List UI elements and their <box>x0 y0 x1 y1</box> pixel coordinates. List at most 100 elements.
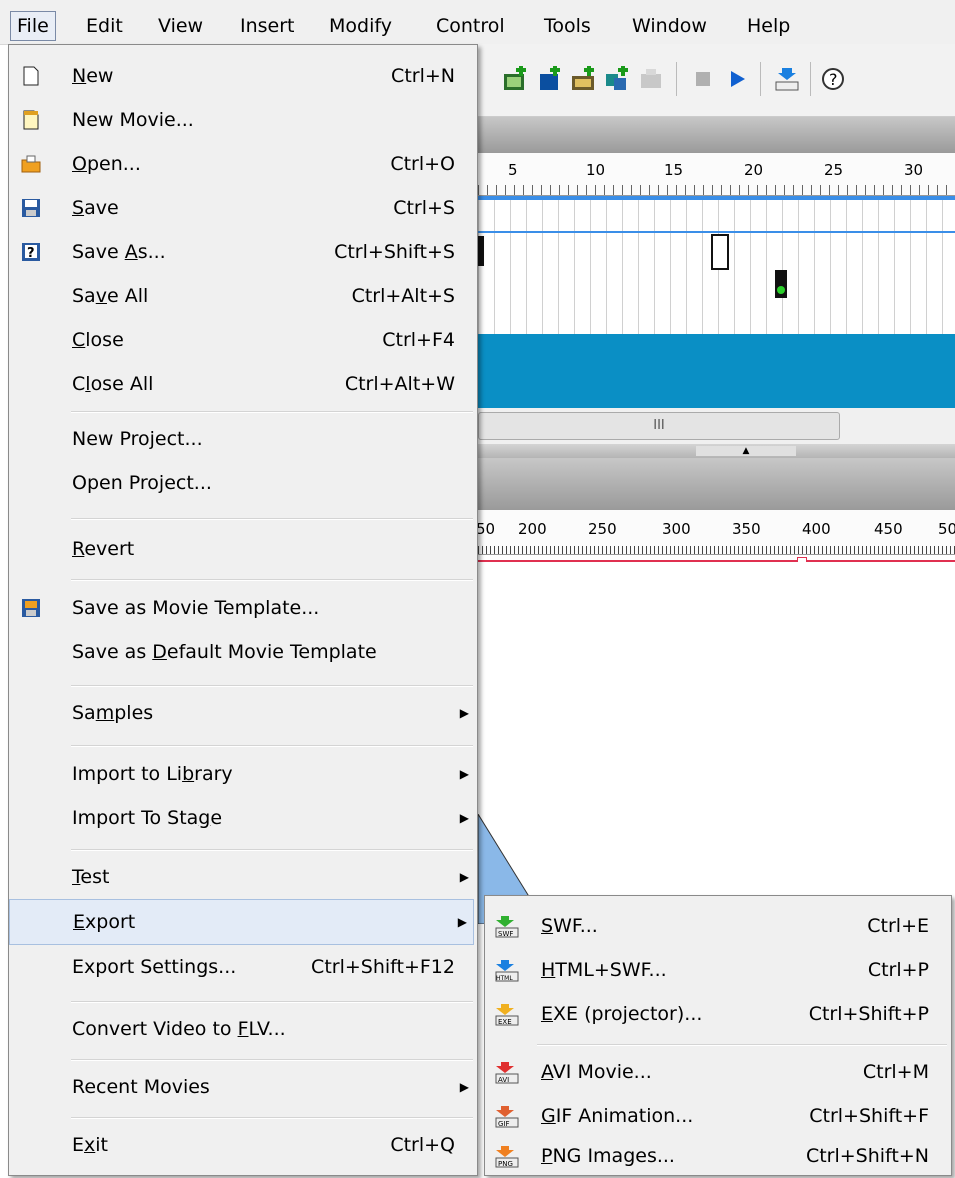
menu-item-save-all[interactable]: Save All Ctrl+Alt+S <box>9 274 475 318</box>
menu-view[interactable]: View <box>152 12 209 40</box>
menu-item-label: Exit <box>72 1134 108 1156</box>
submenu-item-label: AVI Movie... <box>541 1061 652 1083</box>
toolbar: ? <box>478 44 955 117</box>
menu-item-new-project[interactable]: New Project... <box>9 417 475 461</box>
menu-item-import-library[interactable]: Import to Library ▶ <box>9 752 475 796</box>
menu-item-shortcut: Ctrl+Shift+S <box>334 241 455 263</box>
menu-item-revert[interactable]: Revert <box>9 527 475 571</box>
scroll-thumb[interactable]: III <box>478 412 840 440</box>
toolbar-separator <box>676 62 677 96</box>
menu-item-new[interactable]: New Ctrl+N <box>9 54 475 98</box>
submenu-arrow-icon: ▶ <box>459 811 469 825</box>
menu-item-save[interactable]: Save Ctrl+S <box>9 186 475 230</box>
menu-separator <box>71 1059 473 1061</box>
menu-item-label: Samples <box>72 702 154 724</box>
add-frame-icon[interactable] <box>570 66 596 92</box>
menu-item-import-stage[interactable]: Import To Stage ▶ <box>9 796 475 840</box>
export-html-icon[interactable] <box>774 66 800 92</box>
png-export-icon: PNG <box>495 1146 519 1168</box>
menu-item-exit[interactable]: Exit Ctrl+Q <box>9 1123 475 1167</box>
timeline-header <box>478 117 955 153</box>
add-clip-icon[interactable] <box>536 66 562 92</box>
menu-window[interactable]: Window <box>626 12 713 40</box>
menu-item-convert-video[interactable]: Convert Video to FLV... <box>9 1007 475 1051</box>
submenu-item-shortcut: Ctrl+E <box>867 915 929 937</box>
ruler-ticks <box>478 185 955 195</box>
menu-control[interactable]: Control <box>430 12 511 40</box>
timeline-frames-row[interactable] <box>478 304 955 334</box>
menu-item-close[interactable]: Close Ctrl+F4 <box>9 318 475 362</box>
splitter[interactable]: ▲ <box>478 444 955 458</box>
svg-text:EXE: EXE <box>498 1018 512 1026</box>
timeline-frames-row[interactable] <box>478 270 955 304</box>
menu-edit[interactable]: Edit <box>80 12 129 40</box>
menu-separator <box>71 849 473 851</box>
menu-file[interactable]: File <box>10 11 56 41</box>
menu-item-export[interactable]: Export ▶ <box>9 899 474 945</box>
submenu-item-shortcut: Ctrl+Shift+P <box>808 1003 929 1025</box>
menu-item-new-movie[interactable]: New Movie... <box>9 98 475 142</box>
play-icon[interactable] <box>724 66 750 92</box>
submenu-item-exe[interactable]: EXE EXE (projector)... Ctrl+Shift+P <box>485 992 951 1036</box>
add-scene-icon[interactable] <box>502 66 528 92</box>
stage-header <box>478 458 955 510</box>
export-submenu: SWF SWF... Ctrl+E HTML HTML+SWF... Ctrl+… <box>484 895 952 1176</box>
ruler-tick-label: 20 <box>744 161 764 179</box>
menu-modify[interactable]: Modify <box>323 12 398 40</box>
menu-item-open[interactable]: Open... Ctrl+O <box>9 142 475 186</box>
menu-item-save-as[interactable]: ? Save As... Ctrl+Shift+S <box>9 230 475 274</box>
menu-item-open-project[interactable]: Open Project... <box>9 461 475 505</box>
menu-item-shortcut: Ctrl+Q <box>390 1134 455 1156</box>
submenu-item-label: HTML+SWF... <box>541 959 667 981</box>
menu-item-save-template[interactable]: Save as Movie Template... <box>9 586 475 630</box>
menu-item-save-default-template[interactable]: Save as Default Movie Template <box>9 630 475 674</box>
menu-separator <box>71 518 473 520</box>
submenu-item-avi[interactable]: AVI AVI Movie... Ctrl+M <box>485 1050 951 1094</box>
menu-item-export-settings[interactable]: Export Settings... Ctrl+Shift+F12 <box>9 945 475 989</box>
menu-item-label: Test <box>72 866 110 888</box>
timeline-frames-row[interactable] <box>478 200 955 234</box>
submenu-item-html-swf[interactable]: HTML HTML+SWF... Ctrl+P <box>485 948 951 992</box>
ruler-tick-label: 50 <box>476 520 496 538</box>
keyframe-marker[interactable] <box>711 234 729 270</box>
menu-item-label: Convert Video to FLV... <box>72 1018 286 1040</box>
svg-text:HTML: HTML <box>496 975 513 982</box>
menu-help[interactable]: Help <box>741 12 796 40</box>
keyframe-marker[interactable] <box>478 236 484 266</box>
keyframe-marker[interactable] <box>775 270 787 298</box>
submenu-item-png[interactable]: PNG PNG Images... Ctrl+Shift+N <box>485 1134 951 1178</box>
submenu-item-shortcut: Ctrl+Shift+N <box>805 1145 929 1167</box>
add-layer-icon[interactable] <box>604 66 630 92</box>
menu-item-label: Save as Movie Template... <box>72 597 320 619</box>
toolbar-separator <box>760 62 761 96</box>
menu-item-label: Import To Stage <box>72 807 223 829</box>
ruler-tick-label: 30 <box>904 161 924 179</box>
menu-separator <box>537 1044 947 1046</box>
svg-text:SWF: SWF <box>498 930 513 938</box>
svg-text:GIF: GIF <box>498 1120 510 1128</box>
menu-insert[interactable]: Insert <box>234 12 301 40</box>
submenu-item-swf[interactable]: SWF SWF... Ctrl+E <box>485 904 951 948</box>
submenu-item-label: EXE (projector)... <box>541 1003 703 1025</box>
menu-item-label: New Project... <box>72 428 203 450</box>
menu-item-test[interactable]: Test ▶ <box>9 855 475 899</box>
new-movie-icon <box>23 110 39 130</box>
horizontal-scrollbar[interactable]: III <box>478 408 955 444</box>
file-menu: New Ctrl+N New Movie... Open... Ctrl+O S… <box>8 44 478 1176</box>
html-export-icon: HTML <box>495 960 519 982</box>
ruler-ticks <box>478 546 955 554</box>
menu-item-label: Save <box>72 197 119 219</box>
menu-item-close-all[interactable]: Close All Ctrl+Alt+W <box>9 362 475 406</box>
submenu-item-shortcut: Ctrl+M <box>862 1061 929 1083</box>
menu-item-samples[interactable]: Samples ▶ <box>9 691 475 735</box>
splitter-arrow-icon[interactable]: ▲ <box>696 446 796 456</box>
help-icon[interactable]: ? <box>820 66 846 92</box>
timeline-ruler: 5 10 15 20 25 30 <box>478 153 955 196</box>
menu-tools[interactable]: Tools <box>538 12 597 40</box>
menu-item-label: Close All <box>72 373 154 395</box>
menu-separator <box>71 745 473 747</box>
menu-item-shortcut: Ctrl+F4 <box>382 329 455 351</box>
menu-item-recent-movies[interactable]: Recent Movies ▶ <box>9 1065 475 1109</box>
menu-bar: File Edit View Insert Modify Control Too… <box>0 0 955 45</box>
submenu-item-gif[interactable]: GIF GIF Animation... Ctrl+Shift+F <box>485 1094 951 1138</box>
